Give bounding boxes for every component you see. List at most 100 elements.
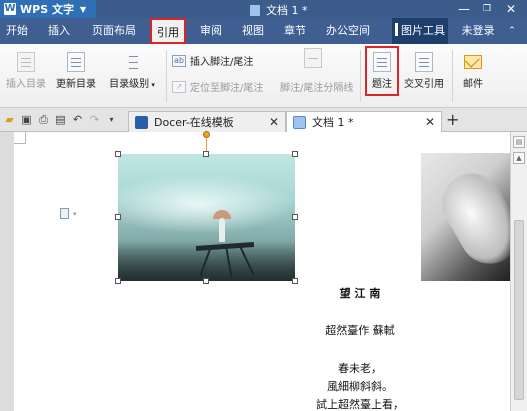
image-shade	[118, 241, 295, 281]
close-icon[interactable]: ✕	[502, 0, 520, 18]
update-toc-label: 更新目录	[56, 79, 96, 90]
scroll-page-icon[interactable]: ▤	[513, 136, 525, 148]
ribbon-divider	[452, 50, 453, 102]
poem-line: 春未老，	[338, 362, 382, 375]
window-title-text: 文档 1 *	[266, 4, 308, 17]
tab-document-1[interactable]: 文档 1 * ✕	[286, 111, 442, 132]
refresh-toc-icon	[67, 52, 85, 72]
mail-icon	[464, 55, 482, 69]
preview-icon[interactable]: ▤	[54, 113, 67, 126]
menu-office-space[interactable]: 办公空间	[322, 18, 374, 44]
chevron-up-icon[interactable]: ⌃	[504, 18, 520, 44]
mail-button[interactable]: 邮件	[458, 52, 488, 90]
person-shape	[219, 218, 225, 242]
document-icon	[250, 4, 260, 16]
menu-insert[interactable]: 插入	[44, 18, 74, 44]
app-name: WPS 文字	[20, 3, 74, 16]
resize-handle[interactable]	[292, 151, 298, 157]
document-icon	[293, 115, 306, 129]
menu-home[interactable]: 开始	[2, 18, 32, 44]
resize-handle[interactable]	[292, 214, 298, 220]
hand-shape	[431, 162, 510, 275]
caption-highlight	[365, 46, 399, 96]
resize-handle[interactable]	[115, 214, 121, 220]
insert-footnote-label: 插入脚注/尾注	[190, 57, 254, 68]
menu-page-layout[interactable]: 页面布局	[88, 18, 140, 44]
goto-footnote-label: 定位至脚注/尾注	[190, 83, 264, 94]
close-icon[interactable]: ✕	[425, 115, 435, 129]
mail-label: 邮件	[463, 79, 483, 90]
menu-section[interactable]: 章节	[280, 18, 310, 44]
layout-options-button[interactable]: ▾	[60, 208, 77, 219]
tab-docer-templates[interactable]: Docer-在线模板 ✕	[128, 111, 286, 132]
goto-footnote-button[interactable]: ↗ 定位至脚注/尾注	[172, 79, 263, 94]
menu-picture-tools[interactable]: 图片工具	[392, 18, 448, 44]
poem-line: 風細柳斜斜。	[327, 380, 393, 393]
document-tab-bar: ▰ ▣ ⎙ ▤ ↶ ↷ ▾ Docer-在线模板 ✕ 文档 1 * ✕ +	[0, 108, 527, 132]
footnote-icon: ab	[172, 54, 186, 67]
resize-handle[interactable]	[292, 278, 298, 284]
redo-icon[interactable]: ↷	[88, 113, 101, 126]
wps-logo-icon: W	[4, 3, 16, 15]
cross-reference-icon	[415, 52, 433, 72]
ribbon: 插入目录 更新目录 目录级别 ▾ ab 插入脚注/尾注 ↗ 定位至脚注/尾注 脚…	[0, 44, 527, 108]
footnote-separator-button[interactable]: 脚注/尾注分隔线	[280, 79, 353, 94]
scrollbar-thumb[interactable]	[514, 220, 524, 400]
chevron-down-icon[interactable]: ▾	[105, 113, 118, 126]
insert-toc-label: 插入目录	[6, 79, 46, 90]
vertical-scrollbar[interactable]: ▤ ▲	[510, 132, 527, 411]
separator-icon-box	[298, 48, 328, 71]
tab-document-label: 文档 1 *	[312, 116, 354, 129]
toc-level-button[interactable]: 目录级别 ▾	[104, 52, 160, 90]
poem-subtitle: 超然臺作 蘇軾	[325, 324, 395, 337]
poem-title: 望 江 南	[339, 287, 381, 300]
footnote-separator-label: 脚注/尾注分隔线	[280, 83, 354, 94]
insert-toc-button[interactable]: 插入目录	[4, 52, 48, 90]
picture-tools-marker	[395, 23, 398, 36]
menu-bar: 开始 插入 页面布局 引用 审阅 视图 章节 办公空间 图片工具 未登录 ⌃	[0, 18, 527, 44]
new-tab-icon[interactable]: +	[446, 111, 459, 129]
title-bar: W WPS 文字 ▼ 文档 1 * — ❐ ✕	[0, 0, 527, 18]
cross-reference-button[interactable]: 交叉引用	[402, 52, 446, 90]
menu-view[interactable]: 视图	[238, 18, 268, 44]
save-icon[interactable]: ▣	[20, 113, 33, 126]
poem-line: 試上超然臺上看，	[316, 398, 404, 411]
undo-icon[interactable]: ↶	[71, 113, 84, 126]
resize-handle[interactable]	[203, 151, 209, 157]
docer-icon	[135, 115, 148, 129]
chevron-down-icon: ▾	[149, 81, 155, 89]
goto-icon: ↗	[172, 80, 186, 93]
menu-references[interactable]: 引用	[150, 18, 186, 44]
restore-icon[interactable]: ❐	[478, 0, 496, 18]
menu-review[interactable]: 审阅	[196, 18, 226, 44]
scroll-up-icon[interactable]: ▲	[513, 152, 525, 164]
separator-icon	[304, 48, 322, 68]
ribbon-divider	[166, 50, 167, 102]
resize-handle[interactable]	[203, 278, 209, 284]
toc-icon	[17, 52, 35, 72]
folder-icon[interactable]: ▰	[3, 113, 16, 126]
cross-reference-label: 交叉引用	[404, 79, 444, 90]
resize-handle[interactable]	[115, 151, 121, 157]
margin-marker	[14, 132, 26, 144]
app-menu-button[interactable]: W WPS 文字 ▼	[0, 0, 96, 18]
ribbon-divider	[360, 50, 361, 102]
rotate-handle[interactable]	[203, 131, 210, 138]
page-icon	[60, 208, 69, 219]
menu-picture-tools-label: 图片工具	[401, 24, 445, 37]
toc-level-label: 目录级别	[109, 79, 150, 90]
update-toc-button[interactable]: 更新目录	[54, 52, 98, 90]
resize-handle[interactable]	[115, 278, 121, 284]
numbered-list-icon	[123, 52, 141, 72]
print-icon[interactable]: ⎙	[37, 113, 50, 126]
image-mist	[118, 174, 295, 234]
close-icon[interactable]: ✕	[269, 115, 279, 129]
chevron-down-icon: ▼	[79, 4, 87, 14]
window-title: 文档 1 *	[250, 2, 308, 18]
minimize-icon[interactable]: —	[455, 0, 473, 18]
insert-footnote-button[interactable]: ab 插入脚注/尾注	[172, 53, 253, 68]
image-bw-hand[interactable]	[421, 153, 510, 281]
tab-docer-label: Docer-在线模板	[154, 116, 234, 129]
selected-image[interactable]	[118, 154, 295, 281]
login-link[interactable]: 未登录	[458, 18, 498, 44]
